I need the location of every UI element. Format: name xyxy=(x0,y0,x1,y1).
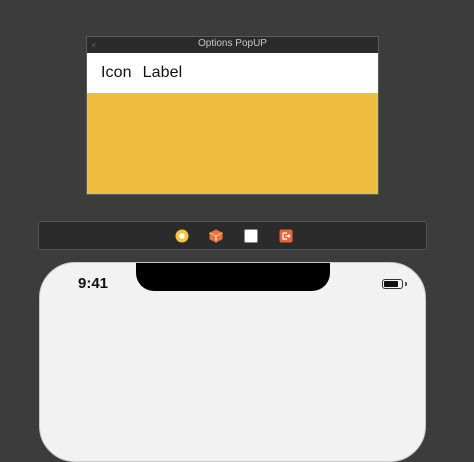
device-notch xyxy=(136,263,330,291)
toolbar-square-button[interactable] xyxy=(244,229,258,243)
orange-exit-icon xyxy=(279,229,293,243)
orange-cube-icon: 1 xyxy=(209,229,223,243)
popup-body xyxy=(87,93,378,194)
label-text: Label xyxy=(142,64,183,81)
battery-cap xyxy=(405,282,407,286)
options-popup: × Options PopUP Icon Label xyxy=(86,36,379,195)
icon-label-row: Icon Label xyxy=(101,64,193,82)
device-preview: 9:41 xyxy=(39,262,426,462)
battery-fill xyxy=(384,281,398,287)
status-time: 9:41 xyxy=(78,275,109,292)
popup-title: Options PopUP xyxy=(198,38,267,49)
svg-text:1: 1 xyxy=(214,236,217,242)
toolbar-circle-button[interactable] xyxy=(175,229,189,243)
icon-text: Icon xyxy=(101,64,132,81)
battery-icon xyxy=(382,279,403,289)
popup-content: Icon Label xyxy=(87,53,378,93)
white-square-icon xyxy=(244,229,258,243)
toolbar-cube-button[interactable]: 1 xyxy=(209,229,223,243)
yellow-circle-icon xyxy=(175,229,189,243)
popup-titlebar[interactable]: × Options PopUP xyxy=(87,37,378,54)
toolbar-exit-button[interactable] xyxy=(279,229,293,243)
toolbar: 1 xyxy=(38,221,427,250)
